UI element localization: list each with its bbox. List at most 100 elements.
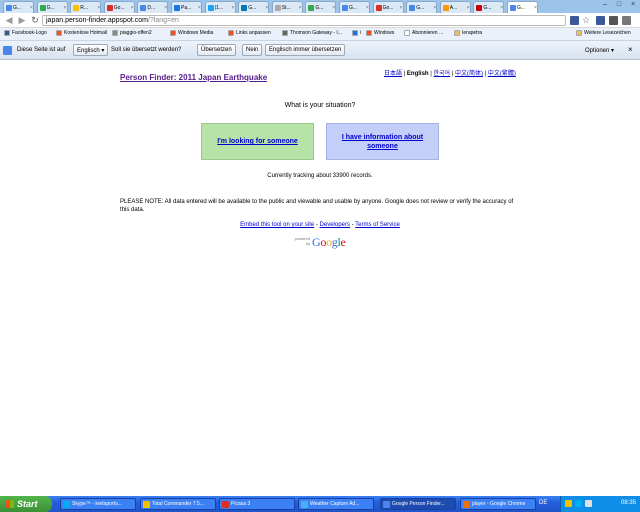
bookmark-item[interactable]: Kostenlose Hotmail <box>56 30 107 36</box>
lang-link-zh-hans[interactable]: 中文(简体) <box>455 71 483 77</box>
tray-icon[interactable] <box>565 500 572 507</box>
lang-current: English <box>406 71 429 77</box>
looking-for-someone-button[interactable]: I'm looking for someone <box>201 123 314 160</box>
bookmark-icon <box>228 30 234 36</box>
have-information-button[interactable]: I have information about someone <box>326 123 439 160</box>
taskbar-button[interactable]: Google Person Finder... <box>380 498 456 510</box>
tab-close-icon[interactable]: × <box>97 5 100 11</box>
maximize-icon[interactable]: □ <box>612 0 626 10</box>
bookmark-item[interactable]: Thomson Gateway - I... <box>282 30 342 36</box>
language-select[interactable]: Englisch ▾ <box>73 44 109 56</box>
bookmark-item[interactable]: piaggio-offen2 <box>112 30 152 36</box>
tab-close-icon[interactable]: × <box>64 5 67 11</box>
taskbar-button[interactable]: player - Google Chrome <box>460 498 536 510</box>
bookmark-item[interactable]: Links anpassen <box>228 30 271 36</box>
tab-favicon-icon <box>207 4 214 11</box>
no-button[interactable]: Nein <box>242 44 263 56</box>
data-notice: PLEASE NOTE: All data entered will be av… <box>120 199 514 213</box>
browser-tab[interactable]: A... × <box>439 1 471 13</box>
page-menu-icon[interactable] <box>609 16 618 25</box>
star-icon[interactable]: ☆ <box>582 16 591 25</box>
bookmark-item[interactable]: Windows <box>366 30 394 36</box>
lang-link-ja[interactable]: 日本語 <box>384 71 402 77</box>
tab-close-icon[interactable]: × <box>433 5 436 11</box>
browser-tab[interactable]: G... × <box>305 1 337 13</box>
windows-logo-icon <box>6 500 14 508</box>
browser-tab[interactable]: G... × <box>238 1 270 13</box>
always-translate-button[interactable]: Englisch immer übersetzen <box>265 44 346 56</box>
facebook-icon[interactable] <box>596 16 605 25</box>
bookmark-label: Ierapetra <box>462 30 483 36</box>
tab-favicon-icon <box>510 5 516 11</box>
bookmark-item[interactable]: Ierapetra <box>454 30 482 36</box>
tab-close-icon[interactable]: × <box>467 5 470 11</box>
taskbar-button[interactable]: Picasa 3 <box>219 498 295 510</box>
input-language[interactable]: DE <box>539 500 547 506</box>
tab-close-icon[interactable]: × <box>534 5 537 11</box>
wrench-icon[interactable] <box>622 16 631 25</box>
reload-icon[interactable]: ↻ <box>30 15 40 25</box>
tab-close-icon[interactable]: × <box>332 5 335 11</box>
back-icon[interactable]: ◀ <box>4 15 14 25</box>
options-menu[interactable]: Optionen ▾ <box>585 47 614 54</box>
tab-label: G... <box>483 4 492 11</box>
page-title[interactable]: Person Finder: 2011 Japan Earthquake <box>120 73 267 82</box>
close-infobar-icon[interactable]: × <box>628 45 633 54</box>
tracking-count: Currently tracking about 33900 records. <box>267 173 373 179</box>
close-window-icon[interactable]: × <box>626 0 640 10</box>
bookmark-label: i <box>360 30 362 36</box>
bookmark-item[interactable]: Abonnieren ... <box>404 30 443 36</box>
forward-icon[interactable]: ▶ <box>17 15 27 25</box>
browser-tab[interactable]: G... × <box>339 1 370 13</box>
bookmark-item[interactable]: Weitere Lesezeichen <box>576 30 631 36</box>
minimize-icon[interactable]: – <box>598 0 612 10</box>
tab-close-icon[interactable]: × <box>265 5 268 11</box>
lang-link-zh-hant[interactable]: 中文(繁體) <box>488 71 516 77</box>
facebook-extension-icon[interactable] <box>570 16 579 25</box>
browser-tab[interactable]: Go... × <box>103 1 135 13</box>
browser-tab[interactable]: D... × <box>137 1 169 13</box>
taskbar-button[interactable]: Total Commander 7.5... <box>140 498 216 510</box>
taskbar-label: Total Commander 7.5... <box>152 501 204 507</box>
tab-close-icon[interactable]: × <box>30 5 33 11</box>
network-tray-icon[interactable] <box>585 500 592 507</box>
terms-link[interactable]: Terms of Service <box>355 222 400 228</box>
bookmark-item[interactable]: i <box>352 30 361 36</box>
tab-favicon-icon <box>476 4 483 11</box>
tab-close-icon[interactable]: × <box>400 5 403 11</box>
translate-button[interactable]: Übersetzen <box>197 44 236 56</box>
tab-close-icon[interactable]: × <box>198 5 201 11</box>
browser-tab[interactable]: Pa... × <box>171 1 202 13</box>
skype-tray-icon[interactable] <box>575 500 582 507</box>
developers-link[interactable]: Developers <box>320 222 350 228</box>
tab-close-icon[interactable]: × <box>366 5 369 11</box>
start-button[interactable]: Start <box>0 496 52 512</box>
taskbar-button[interactable]: Skype™ - kretaporto... <box>60 498 136 510</box>
bookmark-icon <box>4 30 10 36</box>
tab-close-icon[interactable]: × <box>164 5 167 11</box>
bookmark-item[interactable]: Windows Media <box>170 30 213 36</box>
tab-favicon-icon <box>106 4 113 11</box>
tab-close-icon[interactable]: × <box>131 5 134 11</box>
tab-label: Pa... <box>181 4 192 11</box>
browser-tab[interactable]: Go... × <box>372 1 404 13</box>
bookmark-item[interactable]: Facebook-Logo <box>4 30 47 36</box>
tab-label: G... <box>315 4 324 11</box>
browser-tab[interactable]: R... × <box>70 1 102 13</box>
taskbar-button[interactable]: Weather Capture Ad... <box>298 498 374 510</box>
address-bar[interactable]: japan.person-finder.appspot.com/?lang=en <box>42 15 566 26</box>
app-icon <box>63 500 70 508</box>
tab-close-icon[interactable]: × <box>232 5 235 11</box>
bookmark-icon <box>56 30 62 36</box>
browser-tab[interactable]: G... × <box>473 1 505 13</box>
lang-link-ko[interactable]: 한국어 <box>434 71 451 77</box>
embed-link[interactable]: Embed this tool on your site <box>240 222 314 228</box>
tab-close-icon[interactable]: × <box>500 5 503 11</box>
browser-tab[interactable]: St... × <box>271 1 303 13</box>
browser-tab[interactable]: G... × <box>3 1 34 13</box>
looking-for-someone-label: I'm looking for someone <box>217 138 298 145</box>
tab-close-icon[interactable]: × <box>299 5 302 11</box>
browser-tab[interactable]: G... × <box>406 1 438 13</box>
browser-tab[interactable]: (1... × <box>204 1 236 13</box>
browser-tab[interactable]: G... × <box>36 1 68 13</box>
